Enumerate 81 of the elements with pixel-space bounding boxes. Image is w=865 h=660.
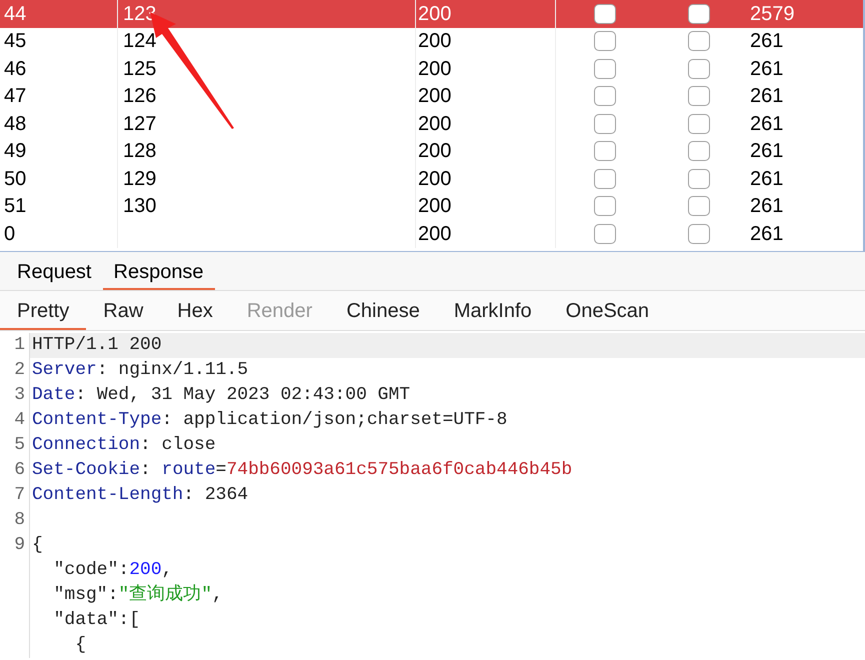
code-line: "msg":"查询成功", bbox=[52, 583, 223, 607]
checkbox[interactable] bbox=[688, 114, 710, 134]
checkbox[interactable] bbox=[688, 58, 710, 79]
table-cell-text: 126 bbox=[123, 84, 156, 110]
table-cell-text: 200 bbox=[418, 56, 452, 82]
checkbox[interactable] bbox=[594, 58, 616, 79]
table-cell-text: 261 bbox=[750, 56, 784, 82]
table-cell-text: 125 bbox=[123, 56, 156, 82]
table-cell-text: 261 bbox=[750, 29, 784, 54]
checkbox[interactable] bbox=[594, 114, 616, 134]
table-cell-text: 51 bbox=[4, 194, 26, 220]
line-number: 6 bbox=[14, 459, 25, 482]
table-cell-text: 200 bbox=[418, 166, 452, 192]
message-tab[interactable]: Request bbox=[6, 256, 102, 290]
line-number: 5 bbox=[14, 434, 25, 457]
code-line: Connection: close bbox=[32, 434, 216, 457]
checkbox[interactable] bbox=[594, 86, 616, 106]
view-tab[interactable]: Hex bbox=[160, 294, 230, 330]
line-number: 3 bbox=[14, 384, 25, 407]
table-cell-text: 0 bbox=[4, 222, 16, 247]
table-cell-text: 200 bbox=[418, 84, 452, 110]
checkbox[interactable] bbox=[688, 141, 710, 162]
table-cell-text: 124 bbox=[123, 29, 156, 54]
table-cell-text: 261 bbox=[750, 222, 784, 247]
table-cell-text: 130 bbox=[123, 194, 156, 220]
table-cell-text: 200 bbox=[418, 112, 452, 137]
line-number: 1 bbox=[14, 334, 25, 357]
code-line: Content-Type: application/json;charset=UTF-8 bbox=[32, 409, 508, 432]
table-cell-text: 45 bbox=[4, 29, 26, 54]
table-cell-text: 200 bbox=[418, 222, 452, 247]
checkbox[interactable] bbox=[688, 196, 710, 216]
table-cell-text: 261 bbox=[750, 112, 784, 137]
table-cell-text: 200 bbox=[418, 139, 452, 164]
checkbox[interactable] bbox=[688, 4, 710, 24]
code-line: "code":200, bbox=[52, 559, 172, 582]
table-cell-text: 128 bbox=[123, 139, 156, 164]
table-cell-text: 44 bbox=[4, 2, 26, 27]
checkbox[interactable] bbox=[688, 224, 710, 244]
code-line: HTTP/1.1 200 bbox=[32, 334, 162, 357]
view-tab[interactable]: Chinese bbox=[329, 294, 437, 330]
checkbox[interactable] bbox=[594, 31, 616, 52]
view-tab[interactable]: Pretty bbox=[0, 294, 86, 330]
code-line: Content-Length: 2364 bbox=[32, 484, 248, 507]
line-number: 8 bbox=[14, 509, 25, 532]
checkbox[interactable] bbox=[594, 224, 616, 244]
table-cell-text: 46 bbox=[4, 56, 26, 82]
table-cell-text: 261 bbox=[750, 194, 784, 220]
code-line: { bbox=[32, 534, 43, 557]
line-number: 2 bbox=[14, 359, 25, 382]
table-cell-text: 48 bbox=[4, 112, 26, 137]
view-tab[interactable]: OneScan bbox=[548, 294, 666, 330]
checkbox[interactable] bbox=[594, 168, 616, 189]
table-cell-text: 50 bbox=[4, 166, 26, 192]
checkbox[interactable] bbox=[594, 141, 616, 162]
view-tab[interactable]: MarkInfo bbox=[436, 294, 549, 330]
code-line: Date: Wed, 31 May 2023 02:43:00 GMT bbox=[32, 384, 410, 407]
code-line: "data":[ bbox=[52, 609, 140, 632]
checkbox[interactable] bbox=[688, 86, 710, 106]
table-cell-text: 261 bbox=[750, 84, 784, 110]
table-cell-text: 49 bbox=[4, 139, 26, 164]
code-line: Server: nginx/1.11.5 bbox=[32, 359, 248, 382]
checkbox[interactable] bbox=[688, 168, 710, 189]
line-number: 4 bbox=[14, 409, 25, 432]
table-cell-text: 261 bbox=[750, 166, 784, 192]
code-line: Set-Cookie: route=74bb60093a61c575baa6f0cab446b45b bbox=[32, 459, 572, 482]
code-line: { bbox=[74, 634, 86, 657]
table-cell-text: 47 bbox=[4, 84, 26, 110]
table-cell-text: 200 bbox=[418, 2, 452, 27]
table-cell-text: 2579 bbox=[750, 2, 794, 27]
checkbox[interactable] bbox=[594, 196, 616, 216]
table-cell-text: 129 bbox=[123, 166, 156, 192]
table-row[interactable]: 45 124 200 261 bbox=[0, 28, 863, 55]
checkbox[interactable] bbox=[594, 4, 616, 24]
table-cell-text: 127 bbox=[123, 112, 156, 137]
table-cell-text: 200 bbox=[418, 29, 452, 54]
line-number: 7 bbox=[14, 484, 25, 507]
line-number: 9 bbox=[14, 534, 25, 557]
table-cell-text: 200 bbox=[418, 194, 452, 220]
view-tab[interactable]: Raw bbox=[86, 294, 160, 330]
table-cell-text: 261 bbox=[750, 139, 784, 164]
checkbox[interactable] bbox=[688, 31, 710, 52]
